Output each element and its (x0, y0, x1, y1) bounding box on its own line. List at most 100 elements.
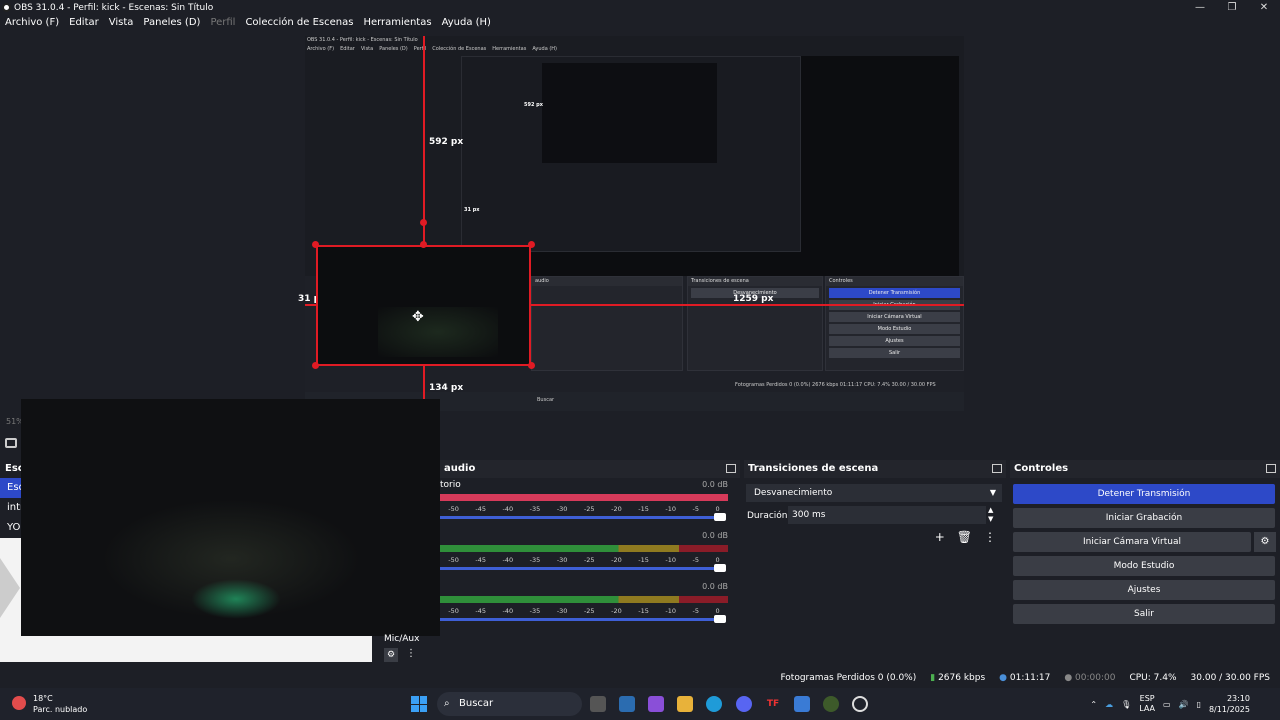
volume-meter (440, 545, 728, 552)
tick: -5 (692, 505, 699, 513)
photos-icon[interactable] (794, 696, 810, 712)
undock-icon[interactable] (726, 464, 736, 473)
store-icon[interactable] (619, 696, 635, 712)
volume-slider[interactable] (440, 513, 726, 521)
slider-knob[interactable] (714, 615, 726, 623)
menu-herramientas[interactable]: Herramientas (358, 15, 436, 31)
obs-taskbar-icon[interactable] (852, 696, 868, 712)
scene-item[interactable]: Esc (0, 478, 24, 498)
tick: -25 (583, 556, 595, 564)
rec-time: ● 00:00:00 (1064, 673, 1116, 683)
chevron-down-icon: ▼ (989, 488, 996, 497)
transition-select[interactable]: Desvanecimiento ▼ (746, 484, 1002, 502)
mixer-header: audio (440, 460, 740, 478)
chevron-up-icon[interactable]: ⌃ (1090, 700, 1097, 709)
camera-icon[interactable] (5, 438, 17, 448)
taskbar-search[interactable]: ⌕ Buscar (437, 692, 582, 716)
nested-control-button: Detener Transmisión (829, 288, 960, 298)
app-icon[interactable] (823, 696, 839, 712)
title-bar: OBS 31.0.4 - Perfil: kick - Escenas: Sin… (0, 0, 1280, 15)
windows-start-icon[interactable] (411, 696, 427, 712)
nested-preview: 592 px 31 px (461, 56, 959, 288)
menu-paneles[interactable]: Paneles (D) (138, 15, 205, 31)
volume-meter (440, 596, 728, 603)
guide-line-right (531, 304, 964, 306)
more-options-icon[interactable]: ⋮ (406, 648, 416, 659)
tick: 0 (715, 607, 720, 615)
tick: -35 (529, 607, 541, 615)
volume-slider[interactable] (440, 615, 726, 623)
slider-knob[interactable] (714, 513, 726, 521)
selected-camera-source[interactable] (316, 245, 531, 366)
file-explorer-icon[interactable] (677, 696, 693, 712)
fps: 30.00 / 30.00 FPS (1190, 673, 1270, 683)
exit-button[interactable]: Salir (1013, 604, 1275, 624)
language-indicator[interactable]: ESP LAA (1139, 694, 1155, 714)
discord-icon[interactable] (736, 696, 752, 712)
mixer-title: audio (444, 463, 476, 474)
scene-item[interactable]: YO (0, 518, 21, 538)
weather-desc: Parc. nublado (33, 705, 88, 714)
add-icon[interactable]: + (935, 530, 945, 544)
minimize-button[interactable]: — (1184, 0, 1216, 15)
onedrive-icon[interactable]: ☁ (1105, 700, 1113, 709)
tick: -40 (502, 607, 514, 615)
nested-dock-header: audio (532, 277, 682, 286)
start-virtual-camera-button[interactable]: Iniciar Cámara Virtual (1013, 532, 1251, 552)
scenes-header: Esc (5, 463, 24, 474)
undock-icon[interactable] (992, 464, 1002, 473)
menu-coleccion-escenas[interactable]: Colección de Escenas (240, 15, 358, 31)
tick: -5 (692, 556, 699, 564)
resize-handle[interactable] (528, 241, 535, 248)
resize-handle[interactable] (312, 362, 319, 369)
trash-icon[interactable]: 🗑 (957, 530, 972, 544)
tick: -20 (611, 505, 622, 513)
duration-input[interactable]: 300 ms (788, 506, 986, 524)
nested-measure-label: 31 px (464, 207, 480, 213)
resize-handle[interactable] (420, 241, 427, 248)
duration-spinner[interactable]: ▲ ▼ (988, 506, 993, 524)
transitions-title: Transiciones de escena (748, 463, 879, 474)
edge-icon[interactable] (706, 696, 722, 712)
tick: -10 (665, 556, 676, 564)
battery-icon[interactable]: ▯ (1197, 700, 1201, 709)
nested-audio-dock: audio (531, 276, 683, 371)
maximize-button[interactable]: ❐ (1216, 0, 1248, 15)
tick: -25 (583, 505, 595, 513)
menu-perfil[interactable]: Perfil (205, 15, 240, 31)
resize-handle[interactable] (420, 219, 427, 226)
menu-editar[interactable]: Editar (64, 15, 104, 31)
camera-overlay-window[interactable] (21, 399, 440, 636)
network-icon[interactable]: ▭ (1163, 700, 1171, 709)
meter-ticks: -50 -45 -40 -35 -30 -25 -20 -15 -10 -5 0 (440, 556, 728, 564)
studio-mode-button[interactable]: Modo Estudio (1013, 556, 1275, 576)
menu-archivo[interactable]: Archivo (F) (0, 15, 64, 31)
slider-knob[interactable] (714, 564, 726, 572)
volume-slider[interactable] (440, 564, 726, 572)
measure-top-label: 592 px (429, 137, 464, 147)
controls-dock: Controles Detener Transmisión Iniciar Gr… (1010, 460, 1280, 664)
task-view-icon[interactable] (590, 696, 606, 712)
clock[interactable]: 23:10 8/11/2025 (1209, 693, 1250, 715)
menu-ayuda[interactable]: Ayuda (H) (437, 15, 496, 31)
settings-button[interactable]: Ajustes (1013, 580, 1275, 600)
start-recording-button[interactable]: Iniciar Grabación (1013, 508, 1275, 528)
tf-app-icon[interactable]: TF (765, 696, 781, 712)
gear-icon[interactable]: ⚙ (1254, 532, 1276, 552)
close-button[interactable]: ✕ (1248, 0, 1280, 15)
menu-vista[interactable]: Vista (104, 15, 139, 31)
microphone-icon[interactable]: 🎙 (1121, 700, 1131, 709)
resize-handle[interactable] (528, 362, 535, 369)
volume-icon[interactable]: 🔊 (1179, 700, 1189, 709)
menu-bar: Archivo (F) Editar Vista Paneles (D) Per… (0, 15, 496, 31)
stop-streaming-button[interactable]: Detener Transmisión (1013, 484, 1275, 504)
nested-dock-header: Transiciones de escena (688, 277, 822, 286)
more-options-icon[interactable]: ⋮ (984, 530, 996, 544)
track-db: 0.0 dB (702, 480, 728, 489)
copilot-icon[interactable] (648, 696, 664, 712)
weather-widget[interactable]: 18°C Parc. nublado (12, 693, 87, 715)
resize-handle[interactable] (312, 241, 319, 248)
undock-icon[interactable] (1266, 464, 1276, 473)
scene-item[interactable]: intr (0, 498, 24, 518)
gear-icon[interactable]: ⚙ (384, 648, 398, 662)
